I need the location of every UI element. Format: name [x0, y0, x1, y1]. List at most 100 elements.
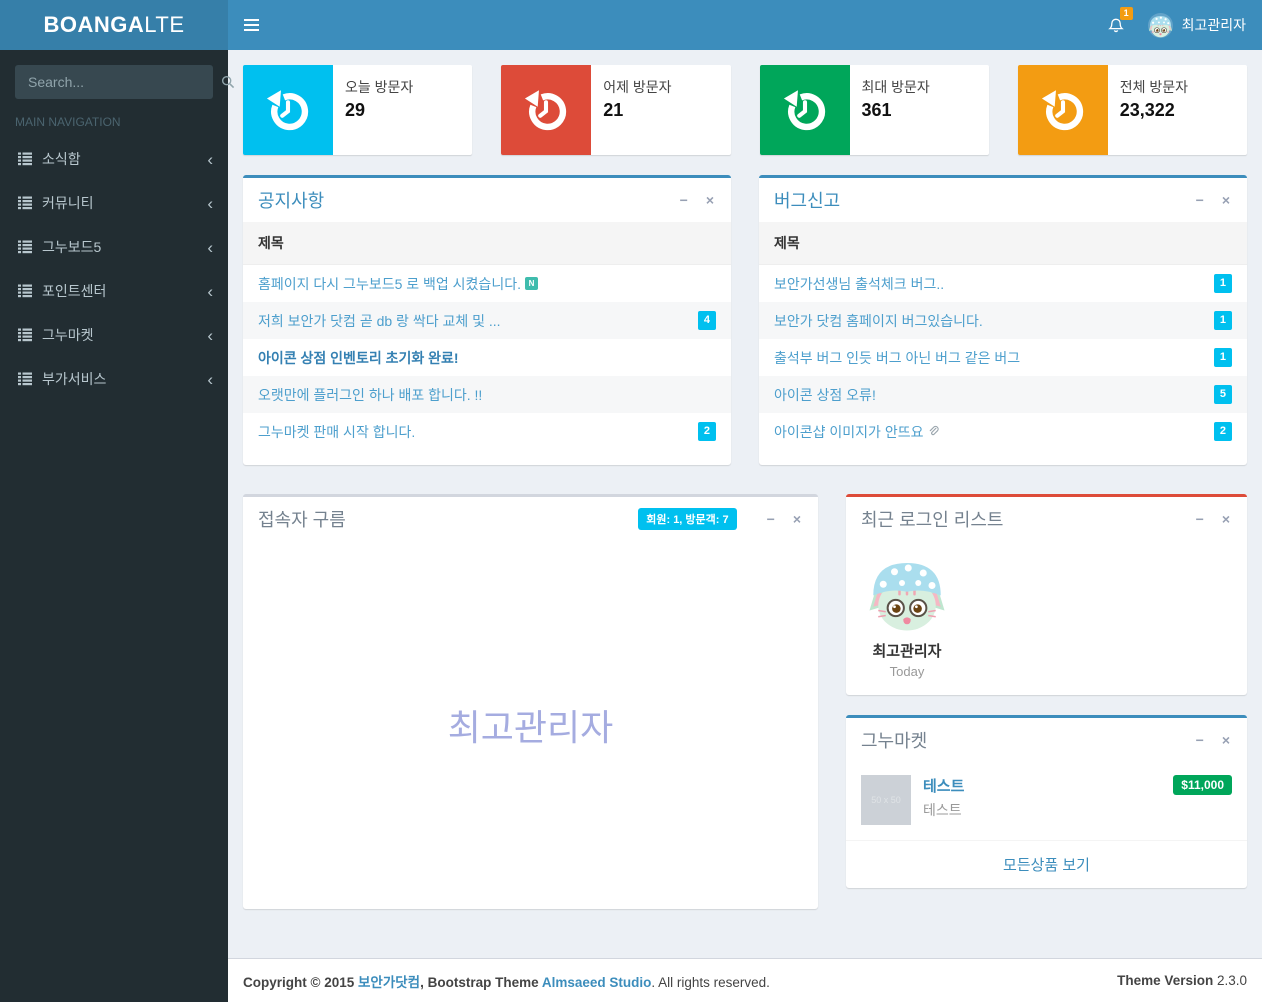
notice-item[interactable]: 아이콘 상점 인벤토리 초기화 완료! [243, 339, 731, 376]
sidebar: MAIN NAVIGATION 소식함 ‹ 커뮤니티 ‹ [0, 50, 235, 1002]
studio-link[interactable]: Almsaeed Studio [542, 975, 652, 990]
notice-item-text: 홈페이지 다시 그누보드5 로 백업 시켰습니다. [258, 275, 521, 292]
visitor-stats-badge: 회원: 1, 방문객: 7 [638, 508, 737, 530]
panel-tools: − × [678, 191, 716, 209]
sidebar-menu-item[interactable]: 포인트센터 ‹ [0, 269, 228, 313]
list-icon [18, 196, 42, 210]
sidebar-item-label: 부가서비스 [42, 371, 107, 387]
info-box-value: 29 [345, 100, 366, 120]
list-icon [18, 328, 42, 342]
info-box-row: 오늘 방문자 29 어제 방문자 21 최대 방문자 361 전체 방문자 23… [243, 65, 1247, 155]
close-button[interactable]: × [1220, 191, 1232, 209]
close-button[interactable]: × [704, 191, 716, 209]
info-box: 어제 방문자 21 [501, 65, 731, 155]
sidebar-search-form [15, 65, 235, 99]
product-description: 테스트 [923, 802, 962, 818]
comment-count-badge: 5 [1213, 385, 1232, 404]
bug-item[interactable]: 보안가 닷컴 홈페이지 버그있습니다. 1 [759, 302, 1247, 339]
bug-item-text: 보안가선생님 출석체크 버그.. [774, 275, 945, 292]
collapse-button[interactable]: − [1194, 731, 1206, 749]
bug-item[interactable]: 아이콘샵 이미지가 안뜨요 2 [759, 413, 1247, 450]
history-icon [782, 87, 828, 133]
market-panel-title: 그누마켓 [861, 731, 928, 751]
comment-count-badge: 4 [697, 311, 716, 330]
navbar: 1 최고관리자 [228, 0, 1262, 50]
collapse-button[interactable]: − [1194, 510, 1206, 528]
bug-reports-panel: 버그신고 − × 제목 보안가선생님 출석체크 버그.. 1 보안가 닷컴 홈페… [759, 175, 1247, 465]
lower-row: 접속자 구름 회원: 1, 방문객: 7 − × 최고관리자 최근 로그인 리스… [243, 494, 1247, 909]
market-panel-footer: 모든상품 보기 [846, 840, 1247, 888]
history-icon [1040, 87, 1086, 133]
sidebar-toggle-button[interactable] [228, 0, 274, 50]
chevron-left-icon: ‹ [207, 369, 213, 389]
sidebar-menu-item[interactable]: 부가서비스 ‹ [0, 357, 228, 401]
cloud-visitor-name[interactable]: 최고관리자 [448, 699, 614, 751]
bug-item[interactable]: 출석부 버그 인듯 버그 아닌 버그 같은 버그 1 [759, 339, 1247, 376]
history-icon [523, 87, 569, 133]
notifications-button[interactable]: 1 [1094, 0, 1138, 50]
bug-item-text: 보안가 닷컴 홈페이지 버그있습니다. [774, 312, 983, 329]
notice-item[interactable]: 저희 보안가 닷컴 곧 db 랑 싹다 교체 및 ... 4 [243, 302, 731, 339]
notice-item-text: 저희 보안가 닷컴 곧 db 랑 싹다 교체 및 ... [258, 312, 501, 329]
top-header: BOANGA LTE 1 최고관리자 [0, 0, 1262, 50]
user-menu[interactable]: 최고관리자 [1138, 0, 1262, 50]
notice-item-text: 그누마켓 판매 시작 합니다. [258, 423, 416, 440]
market-panel-header: 그누마켓 − × [846, 718, 1247, 762]
view-all-products-link[interactable]: 모든상품 보기 [1003, 857, 1090, 874]
sidebar-menu-item[interactable]: 그누마켓 ‹ [0, 313, 228, 357]
comment-count-badge: 1 [1213, 274, 1232, 293]
notice-item[interactable]: 그누마켓 판매 시작 합니다. 2 [243, 413, 731, 450]
page-footer: Copyright © 2015 보안가닷컴, Bootstrap Theme … [228, 958, 1262, 1002]
notice-item[interactable]: 홈페이지 다시 그누보드5 로 백업 시켰습니다. N [243, 265, 731, 302]
info-box-content: 최대 방문자 361 [850, 65, 940, 155]
bug-item[interactable]: 아이콘 상점 오류! 5 [759, 376, 1247, 413]
notices-panel-title[interactable]: 공지사항 [258, 187, 324, 213]
close-button[interactable]: × [791, 510, 803, 528]
bug-item-text: 아이콘 상점 오류! [774, 386, 876, 403]
close-button[interactable]: × [1220, 731, 1232, 749]
chevron-left-icon: ‹ [207, 149, 213, 169]
sidebar-menu-item[interactable]: 그누보드5 ‹ [0, 225, 228, 269]
sidebar-menu-item[interactable]: 커뮤니티 ‹ [0, 181, 228, 225]
recent-login-title: 최근 로그인 리스트 [861, 510, 1004, 530]
notification-badge: 1 [1119, 7, 1133, 20]
collapse-button[interactable]: − [1194, 191, 1206, 209]
notice-item[interactable]: 오랫만에 플러그인 하나 배포 합니다. !! [243, 376, 731, 413]
collapse-button[interactable]: − [678, 191, 690, 209]
visitors-cloud-header: 접속자 구름 회원: 1, 방문객: 7 − × [243, 497, 818, 541]
bug-reports-panel-header: 버그신고 − × [759, 178, 1247, 222]
info-box-label: 오늘 방문자 [345, 79, 414, 95]
attachment-icon [927, 425, 940, 438]
visitors-cloud-panel: 접속자 구름 회원: 1, 방문객: 7 − × 최고관리자 [243, 494, 818, 909]
hamburger-icon [243, 19, 259, 31]
search-input[interactable] [16, 66, 221, 98]
user-avatar [868, 561, 946, 632]
sidebar-menu-item[interactable]: 소식함 ‹ [0, 137, 228, 181]
panel-tools: 회원: 1, 방문객: 7 − × [638, 508, 803, 530]
product-name-link[interactable]: 테스트 [923, 778, 964, 795]
company-link[interactable]: 보안가닷컴 [358, 975, 420, 990]
sidebar-menu: 소식함 ‹ 커뮤니티 ‹ 그누보드5 ‹ 포인트센터 ‹ 그누마켓 ‹ 부가서비… [0, 137, 228, 401]
panels-row: 공지사항 − × 제목 홈페이지 다시 그누보드5 로 백업 시켰습니다. N [243, 175, 1247, 465]
comment-count-badge: 1 [1213, 311, 1232, 330]
bug-list: 보안가선생님 출석체크 버그.. 1 보안가 닷컴 홈페이지 버그있습니다. 1… [759, 265, 1247, 465]
bug-reports-panel-title[interactable]: 버그신고 [774, 187, 840, 213]
sidebar-item-label: 포인트센터 [42, 283, 107, 299]
info-box-value: 21 [603, 100, 624, 120]
close-button[interactable]: × [1220, 510, 1232, 528]
bug-item-text: 아이콘샵 이미지가 안뜨요 [774, 423, 924, 440]
sidebar-item-label: 소식함 [42, 151, 81, 167]
chevron-left-icon: ‹ [207, 237, 213, 257]
info-box: 전체 방문자 23,322 [1017, 65, 1247, 155]
info-box-label: 최대 방문자 [861, 79, 930, 95]
list-icon [18, 240, 42, 254]
logo[interactable]: BOANGA LTE [0, 0, 228, 50]
login-user-card[interactable]: 최고관리자 Today [861, 553, 953, 679]
recent-login-panel: 최근 로그인 리스트 − × 최고관리자 Today [846, 494, 1247, 695]
collapse-button[interactable]: − [765, 510, 777, 528]
sidebar-item-label: 그누보드5 [42, 239, 102, 255]
bug-item[interactable]: 보안가선생님 출석체크 버그.. 1 [759, 265, 1247, 302]
right-column: 최근 로그인 리스트 − × 최고관리자 Today 그누마켓 − × 50 x… [846, 494, 1247, 888]
product-item: 50 x 50 테스트 테스트 $11,000 [846, 762, 1247, 840]
info-box-icon-area [243, 65, 333, 155]
